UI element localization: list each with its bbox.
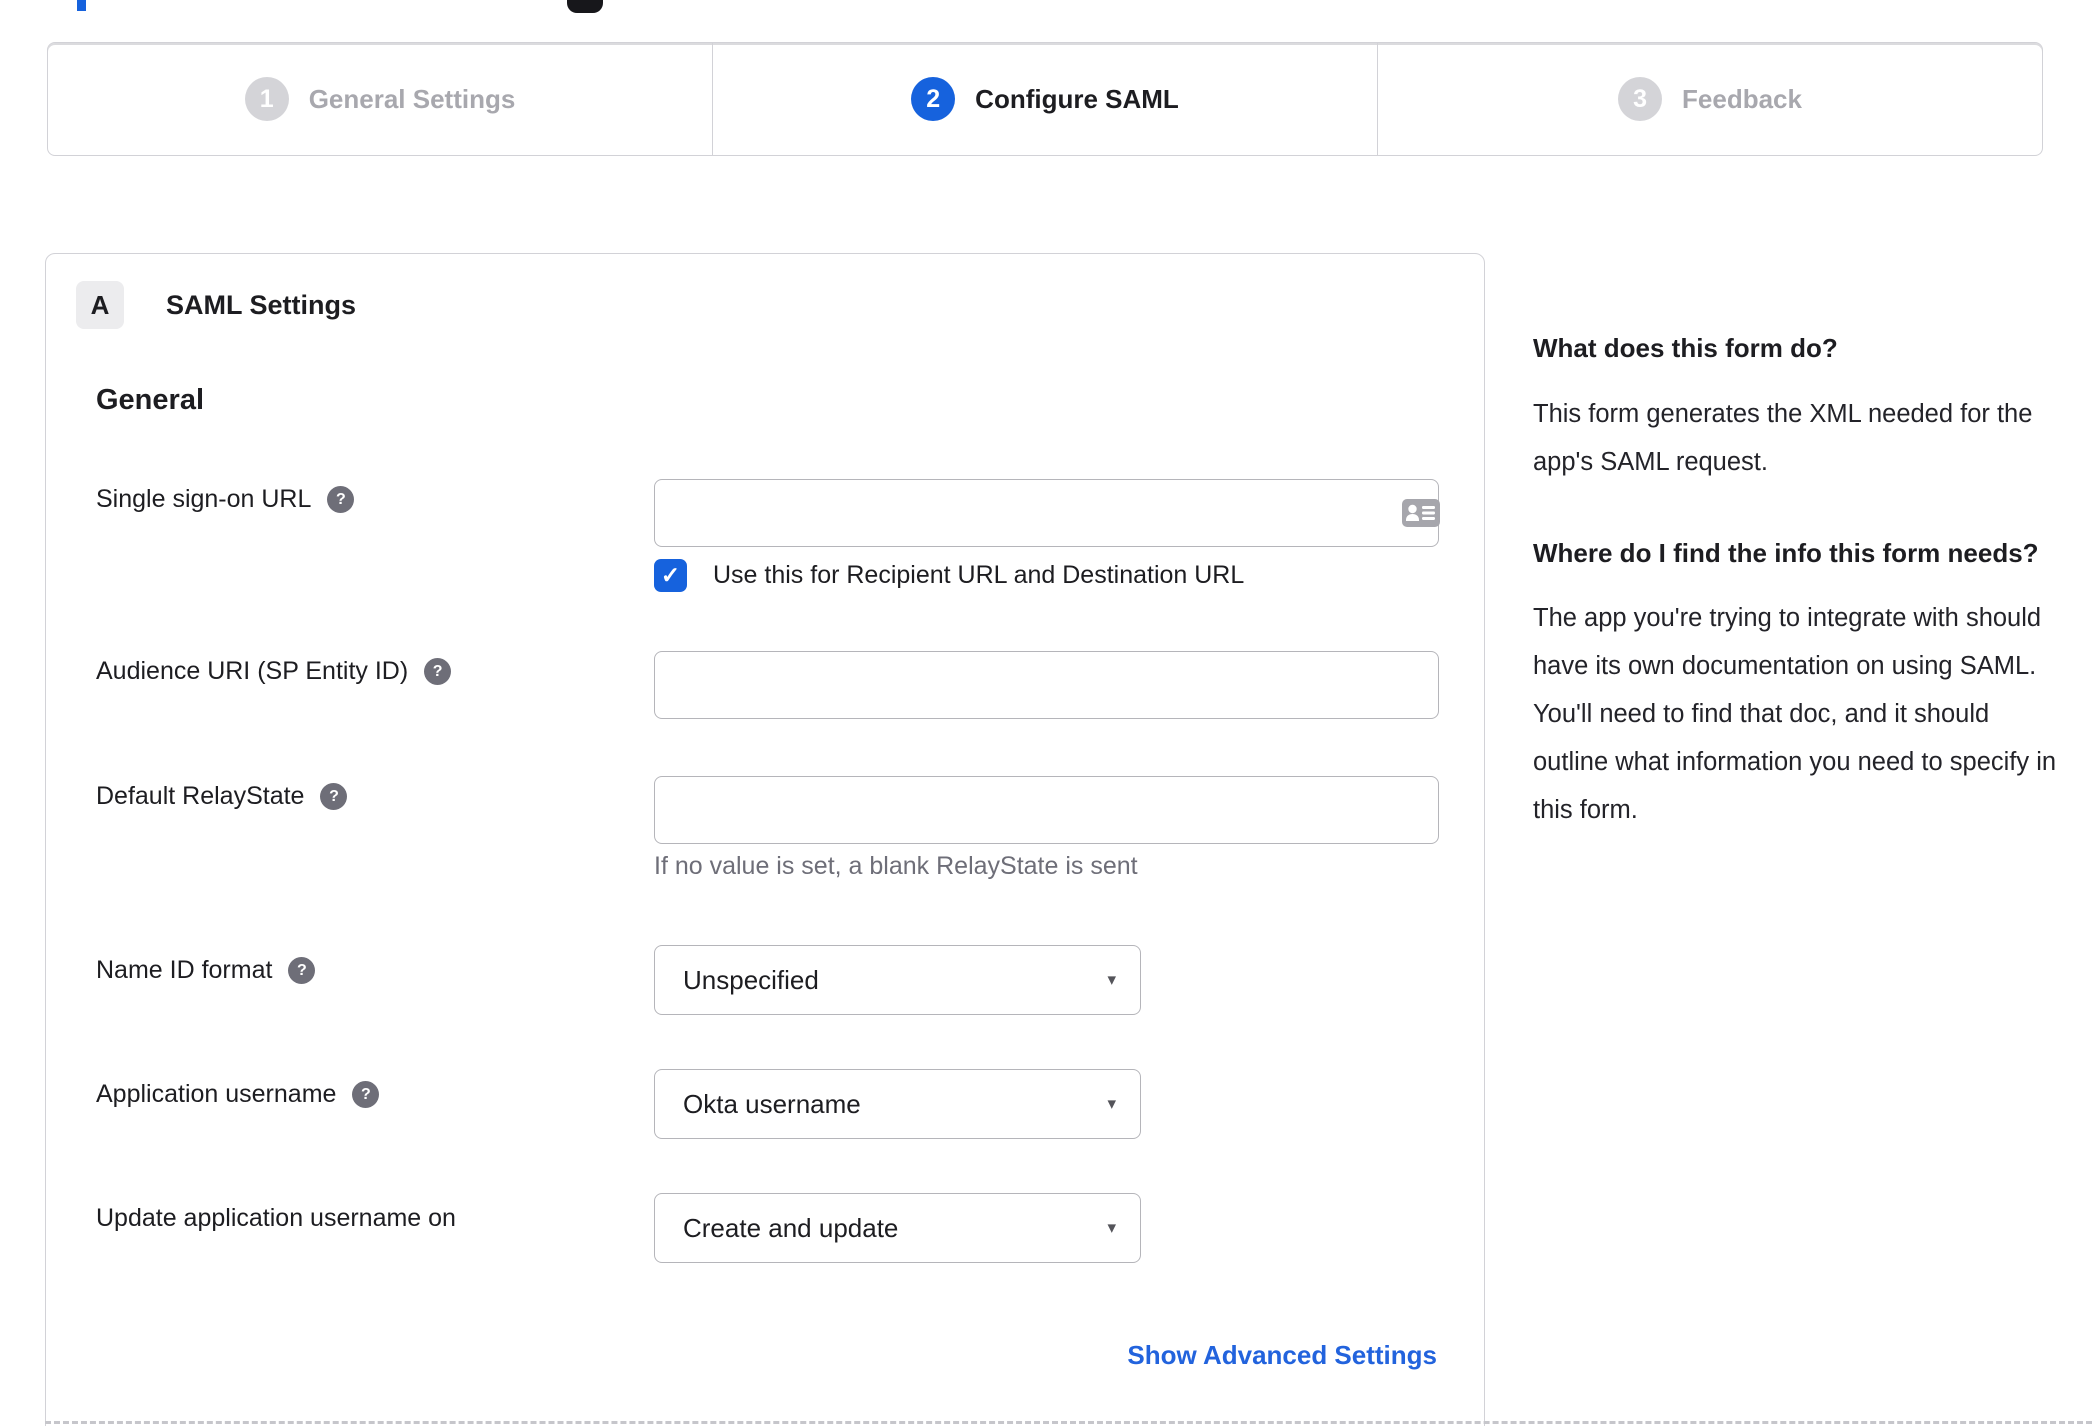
- sidebar-body-where: The app you're trying to integrate with …: [1533, 604, 2057, 825]
- help-icon[interactable]: ?: [352, 1081, 380, 1108]
- general-group-heading: General: [96, 384, 204, 416]
- help-icon[interactable]: ?: [288, 957, 316, 984]
- sso-url-input[interactable]: [654, 479, 1439, 547]
- sidebar-heading-what: What does this form do?: [1533, 333, 1838, 363]
- update-username-label-text: Update application username on: [96, 1204, 456, 1232]
- sidebar-heading-where: Where do I find the info this form needs…: [1533, 537, 2039, 568]
- chevron-down-icon: ▾: [1107, 970, 1116, 989]
- chevron-down-icon: ▾: [1107, 1094, 1116, 1113]
- update-username-value: Create and update: [683, 1212, 899, 1243]
- panel-header: A SAML Settings: [76, 281, 356, 329]
- name-id-format-value: Unspecified: [683, 964, 819, 995]
- step-number-badge: 2: [911, 77, 956, 121]
- name-id-format-label-text: Name ID format: [96, 956, 273, 984]
- sso-recipient-checkbox-row: ✓ Use this for Recipient URL and Destina…: [654, 559, 1244, 592]
- name-id-format-label: Name ID format ?: [96, 956, 316, 985]
- section-title: SAML Settings: [166, 289, 357, 320]
- recipient-destination-checkbox[interactable]: ✓: [654, 559, 687, 592]
- cutoff-logo-fragment: [77, 0, 86, 11]
- audience-uri-input[interactable]: [654, 651, 1439, 719]
- show-advanced-settings-link[interactable]: Show Advanced Settings: [1127, 1340, 1437, 1371]
- recipient-destination-checkbox-label: Use this for Recipient URL and Destinati…: [713, 561, 1245, 589]
- application-username-select[interactable]: Okta username ▾: [654, 1069, 1141, 1139]
- chevron-down-icon: ▾: [1107, 1218, 1116, 1237]
- step-number-badge: 1: [244, 77, 289, 121]
- audience-uri-label: Audience URI (SP Entity ID) ?: [96, 657, 452, 686]
- step-label: Configure SAML: [975, 83, 1179, 114]
- application-username-label-text: Application username: [96, 1080, 337, 1108]
- help-icon[interactable]: ?: [424, 658, 452, 685]
- step-label: General Settings: [308, 83, 516, 114]
- audience-uri-label-text: Audience URI (SP Entity ID): [96, 657, 409, 685]
- update-username-select[interactable]: Create and update ▾: [654, 1193, 1141, 1263]
- application-username-value: Okta username: [683, 1088, 861, 1119]
- help-icon[interactable]: ?: [327, 486, 355, 513]
- relay-state-input[interactable]: [654, 776, 1439, 844]
- sidebar-body-what: This form generates the XML needed for t…: [1533, 399, 2033, 476]
- cutoff-icon-fragment: [567, 0, 603, 13]
- step-label: Feedback: [1682, 83, 1802, 114]
- section-a-badge: A: [76, 281, 124, 329]
- saml-settings-panel: A SAML Settings General Single sign-on U…: [45, 253, 1485, 1426]
- step-number-badge: 3: [1618, 77, 1663, 121]
- help-icon[interactable]: ?: [320, 783, 348, 810]
- relay-state-label: Default RelayState ?: [96, 782, 348, 811]
- relay-state-label-text: Default RelayState: [96, 782, 305, 810]
- autofill-contact-card-icon[interactable]: [1401, 498, 1441, 528]
- wizard-stepper: 1 General Settings 2 Configure SAML 3 Fe…: [47, 42, 2043, 156]
- step-feedback[interactable]: 3 Feedback: [1377, 43, 2042, 155]
- help-sidebar: What does this form do? This form genera…: [1533, 326, 2067, 879]
- sso-url-label: Single sign-on URL ?: [96, 485, 355, 514]
- update-username-label: Update application username on: [96, 1204, 456, 1233]
- sso-url-label-text: Single sign-on URL: [96, 485, 312, 513]
- section-dashed-divider: [45, 1421, 2092, 1424]
- name-id-format-select[interactable]: Unspecified ▾: [654, 945, 1141, 1015]
- step-general-settings[interactable]: 1 General Settings: [48, 43, 712, 155]
- application-username-label: Application username ?: [96, 1080, 380, 1109]
- step-configure-saml[interactable]: 2 Configure SAML: [712, 43, 1377, 155]
- relay-state-hint: If no value is set, a blank RelayState i…: [654, 852, 1138, 880]
